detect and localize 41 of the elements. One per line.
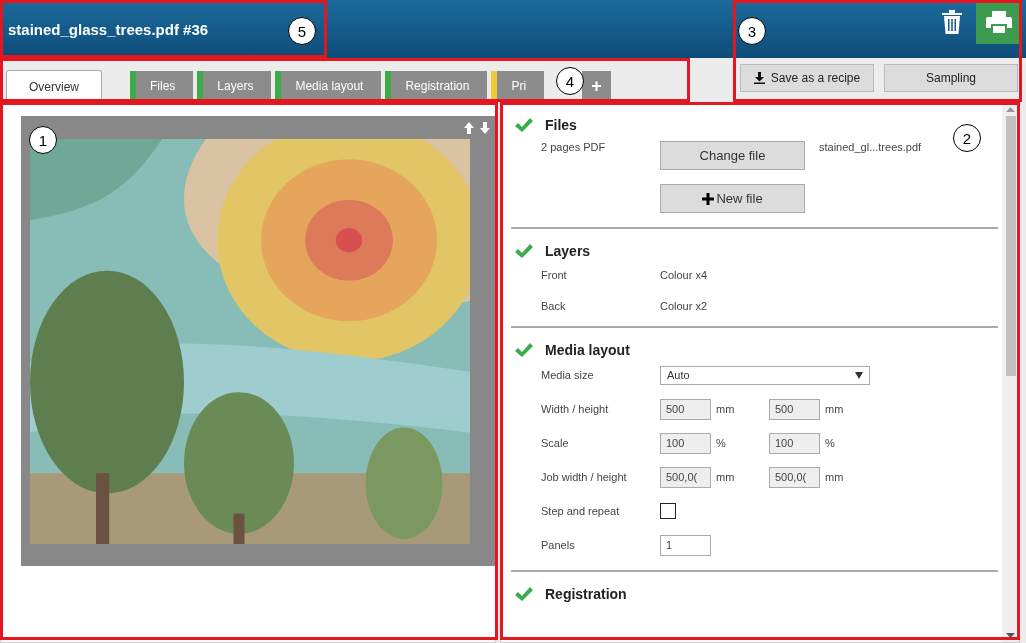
action-button[interactable]: Sampling — [884, 64, 1018, 92]
unit-label: mm — [715, 471, 736, 483]
layer-value: Colour x2 — [660, 300, 708, 312]
layer-label: Front — [541, 269, 568, 281]
action-button[interactable]: Save as a recipe — [740, 64, 874, 92]
file-button[interactable]: Change file — [660, 141, 805, 170]
scroll-down-icon[interactable] — [1006, 633, 1015, 638]
tab[interactable]: Overview — [6, 70, 102, 102]
checkbox[interactable] — [660, 503, 676, 519]
download-icon — [753, 72, 765, 84]
section-title: Files — [545, 117, 577, 133]
field-label: Media size — [541, 369, 595, 381]
file-button[interactable]: New file — [660, 184, 805, 213]
field-label: Job width / height — [541, 471, 628, 483]
trash-icon[interactable] — [942, 10, 962, 34]
unit-label: mm — [824, 403, 845, 415]
section-title: Media layout — [545, 342, 630, 358]
up-arrow-icon[interactable] — [464, 122, 474, 134]
media-size-dropdown[interactable]: Auto — [660, 365, 870, 385]
down-arrow-icon[interactable] — [480, 122, 490, 134]
scroll-up-icon[interactable] — [1006, 107, 1015, 112]
section-title: Registration — [545, 586, 627, 602]
callout-number: 4 — [556, 67, 584, 95]
field-label: Step and repeat — [541, 505, 621, 517]
field-label: Scale — [541, 437, 570, 449]
unit-label: % — [715, 437, 727, 449]
input-field[interactable]: 1 — [660, 534, 711, 556]
unit-label: mm — [824, 471, 845, 483]
layer-value: Colour x4 — [660, 269, 708, 281]
field-label: Width / height — [541, 403, 610, 415]
unit-label: % — [824, 437, 836, 449]
plus-icon — [702, 192, 715, 205]
layer-label: Back — [541, 300, 567, 312]
unit-label: mm — [715, 403, 736, 415]
file-name: stained_gl...trees.pdf — [819, 141, 922, 153]
printer-icon — [986, 11, 1012, 33]
caret-icon — [855, 371, 863, 379]
field-label: Panels — [541, 539, 576, 551]
document-title: stained_glass_trees.pdf #36 — [7, 20, 209, 38]
section-title: Layers — [545, 243, 591, 259]
file-info: 2 pages PDF — [541, 141, 607, 153]
